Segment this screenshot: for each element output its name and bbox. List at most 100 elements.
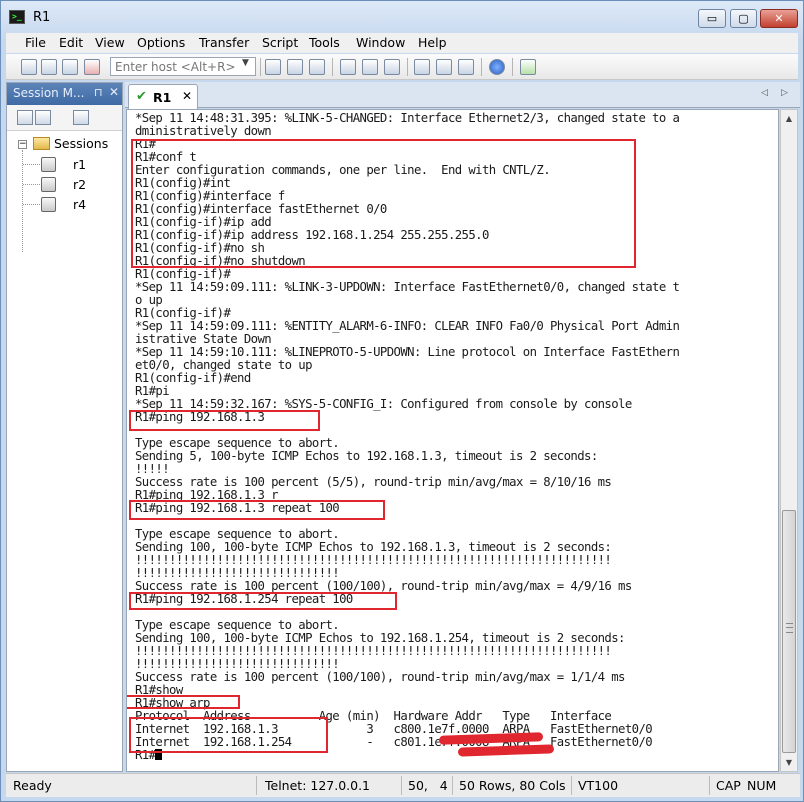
session-icon (41, 157, 56, 172)
status-ready: Ready (13, 778, 52, 793)
close-button[interactable]: ✕ (760, 9, 798, 28)
highlight-box (129, 410, 320, 431)
status-separator (452, 776, 453, 795)
tab-scroll-left-icon[interactable]: ◁ (761, 88, 768, 98)
status-separator (256, 776, 257, 795)
terminal-app-icon: >_ (9, 10, 25, 24)
vertical-scrollbar[interactable]: ▲ ▼ (780, 109, 798, 772)
status-connection: Telnet: 127.0.0.1 (265, 778, 371, 793)
minimize-button[interactable]: ▭ (698, 9, 726, 28)
connect-session-icon[interactable] (17, 110, 33, 125)
terminal-line: dministratively down (135, 124, 272, 138)
print-selection-icon[interactable] (362, 59, 378, 75)
terminal-line: Success rate is 100 percent (100/100), r… (135, 670, 625, 684)
terminal-line: *Sep 11 14:59:09.111: %LINK-3-UPDOWN: In… (135, 280, 680, 294)
toolbar-separator (407, 58, 408, 76)
help-icon[interactable] (489, 59, 505, 75)
folder-icon (33, 137, 50, 150)
copy-icon[interactable] (265, 59, 281, 75)
tab-close-icon[interactable]: ✕ (182, 89, 192, 103)
menu-help[interactable]: Help (418, 35, 447, 50)
terminal-screen[interactable]: *Sep 11 14:48:31.395: %LINK-5-CHANGED: I… (126, 109, 779, 772)
status-terminal-size: 50 Rows, 80 Cols (459, 778, 566, 793)
collapse-icon[interactable]: − (18, 140, 27, 149)
tab-r1[interactable]: ✔ R1 ✕ (128, 84, 198, 109)
status-separator (709, 776, 710, 795)
menu-tools[interactable]: Tools (309, 35, 340, 50)
highlight-box (129, 592, 397, 610)
tab-scroll-right-icon[interactable]: ▷ (781, 88, 788, 98)
status-bar: Ready Telnet: 127.0.0.1 50, 4 50 Rows, 8… (6, 773, 800, 797)
highlight-box (129, 717, 328, 753)
session-manager-toolbar (7, 105, 122, 131)
app-window: >_ R1 ▭ ▢ ✕ File Edit View Options Trans… (0, 0, 804, 802)
highlight-box (131, 139, 636, 268)
session-manager-title: Session M... (13, 86, 85, 100)
scroll-down-icon[interactable]: ▼ (781, 754, 797, 771)
menu-script[interactable]: Script (262, 35, 298, 50)
link-session-icon[interactable] (35, 110, 51, 125)
host-input[interactable]: Enter host <Alt+R> (110, 57, 256, 76)
session-tree: − Sessions r1 r2 r4 (7, 131, 122, 751)
new-session-icon[interactable] (73, 110, 89, 125)
menu-view[interactable]: View (95, 35, 125, 50)
tree-item-r4[interactable]: r4 (73, 197, 86, 212)
tree-line (23, 184, 40, 185)
toolbar: Enter host <Alt+R> ▼ (6, 54, 798, 80)
tree-line (23, 204, 40, 205)
grip-icon (786, 623, 793, 633)
toolbar-separator (332, 58, 333, 76)
session-manager-panel: Session M... ⊓ ✕ − Sessions r1 r2 r4 (6, 82, 123, 772)
status-separator (571, 776, 572, 795)
tab-label: R1 (153, 90, 172, 105)
close-icon[interactable]: ✕ (109, 85, 119, 99)
menu-bar: File Edit View Options Transfer Script T… (6, 33, 798, 53)
tree-root-sessions[interactable]: Sessions (54, 136, 108, 151)
disconnect-icon[interactable] (84, 59, 100, 75)
session-icon (41, 197, 56, 212)
tree-item-r2[interactable]: r2 (73, 177, 86, 192)
highlight-box (127, 695, 240, 709)
status-emulation: VT100 (578, 778, 619, 793)
scroll-thumb[interactable] (782, 510, 796, 753)
paste-icon[interactable] (287, 59, 303, 75)
terminal-line: Sending 5, 100-byte ICMP Echos to 192.16… (135, 449, 598, 463)
sftp-icon[interactable] (520, 59, 536, 75)
status-num-lock: NUM (747, 778, 777, 793)
status-cursor-position: 50, 4 (408, 778, 448, 793)
toolbar-separator (260, 58, 261, 76)
tree-line (22, 150, 23, 252)
menu-edit[interactable]: Edit (59, 35, 83, 50)
global-options-icon[interactable] (436, 59, 452, 75)
session-options-icon[interactable] (414, 59, 430, 75)
reconnect-icon[interactable] (62, 59, 78, 75)
menu-file[interactable]: File (25, 35, 46, 50)
tree-item-r1[interactable]: r1 (73, 157, 86, 172)
print-screen-icon[interactable] (340, 59, 356, 75)
terminal-line: R1(config-if)#end (135, 371, 251, 385)
pin-icon[interactable]: ⊓ (94, 86, 103, 99)
status-separator (401, 776, 402, 795)
menu-window[interactable]: Window (356, 35, 405, 50)
tab-strip: ✔ R1 ✕ ◁ ▷ (125, 82, 800, 109)
status-caps-lock: CAP (716, 778, 741, 793)
session-manager-header: Session M... ⊓ ✕ (7, 83, 122, 105)
quick-connect-icon[interactable] (41, 59, 57, 75)
menu-transfer[interactable]: Transfer (199, 35, 249, 50)
menu-options[interactable]: Options (137, 35, 185, 50)
session-icon (41, 177, 56, 192)
keymap-icon[interactable] (458, 59, 474, 75)
connect-icon[interactable] (21, 59, 37, 75)
toolbar-separator (512, 58, 513, 76)
tree-line (23, 164, 40, 165)
scroll-up-icon[interactable]: ▲ (781, 110, 797, 127)
highlight-box (129, 500, 385, 520)
print-icon[interactable] (384, 59, 400, 75)
window-title: R1 (33, 10, 51, 25)
title-bar[interactable]: >_ R1 ▭ ▢ ✕ (1, 1, 803, 33)
maximize-button[interactable]: ▢ (730, 9, 757, 28)
chevron-down-icon[interactable]: ▼ (242, 58, 249, 68)
toolbar-separator (481, 58, 482, 76)
find-icon[interactable] (309, 59, 325, 75)
check-icon: ✔ (136, 89, 147, 104)
